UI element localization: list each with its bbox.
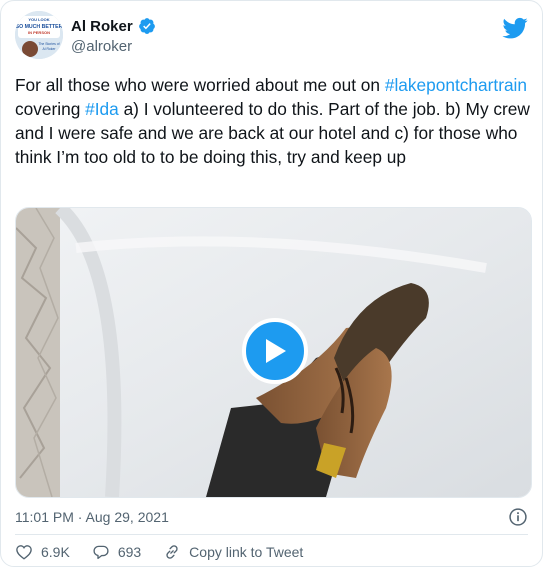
author-handle[interactable]: @alroker [71, 38, 132, 55]
display-name[interactable]: Al Roker [71, 18, 133, 35]
info-icon[interactable] [508, 507, 528, 527]
hashtag-link-ida[interactable]: #Ida [85, 99, 119, 119]
hashtag-link-lakepontchartrain[interactable]: #lakepontchartrain [385, 75, 527, 95]
svg-text:YOU LOOK: YOU LOOK [28, 17, 49, 22]
like-button[interactable]: 6.9K [15, 543, 70, 561]
reply-button[interactable]: 693 [92, 543, 141, 561]
twitter-bird-icon[interactable] [502, 15, 528, 41]
link-icon [166, 545, 178, 559]
avatar[interactable]: YOU LOOK SO MUCH BETTER IN PERSON The St… [15, 11, 63, 59]
tweet-text-segment: covering [15, 99, 86, 119]
action-bar: 6.9K 693 Copy link to Tweet [15, 543, 325, 561]
copy-link-button[interactable]: Copy link to Tweet [163, 543, 303, 561]
play-button[interactable] [242, 318, 308, 384]
reply-icon [93, 545, 109, 560]
play-icon [266, 339, 286, 363]
tweet-text-segment: For all those who were worried about me … [15, 75, 385, 95]
divider [15, 534, 528, 535]
tweet-text: For all those who were worried about me … [15, 73, 531, 169]
heart-icon [16, 545, 32, 560]
svg-text:The Stories of: The Stories of [38, 42, 59, 46]
tweet-timestamp[interactable]: 11:01 PM · Aug 29, 2021 [15, 509, 169, 525]
verified-badge-icon [138, 18, 155, 34]
svg-text:Al Roker: Al Roker [42, 47, 56, 51]
author-name-row[interactable]: Al Roker [71, 17, 156, 35]
reply-count: 693 [117, 544, 142, 560]
video-player[interactable] [15, 207, 532, 498]
svg-text:IN PERSON: IN PERSON [28, 30, 50, 35]
like-count: 6.9K [41, 544, 70, 560]
copy-link-label: Copy link to Tweet [189, 544, 304, 560]
tweet-card: YOU LOOK SO MUCH BETTER IN PERSON The St… [0, 0, 543, 567]
